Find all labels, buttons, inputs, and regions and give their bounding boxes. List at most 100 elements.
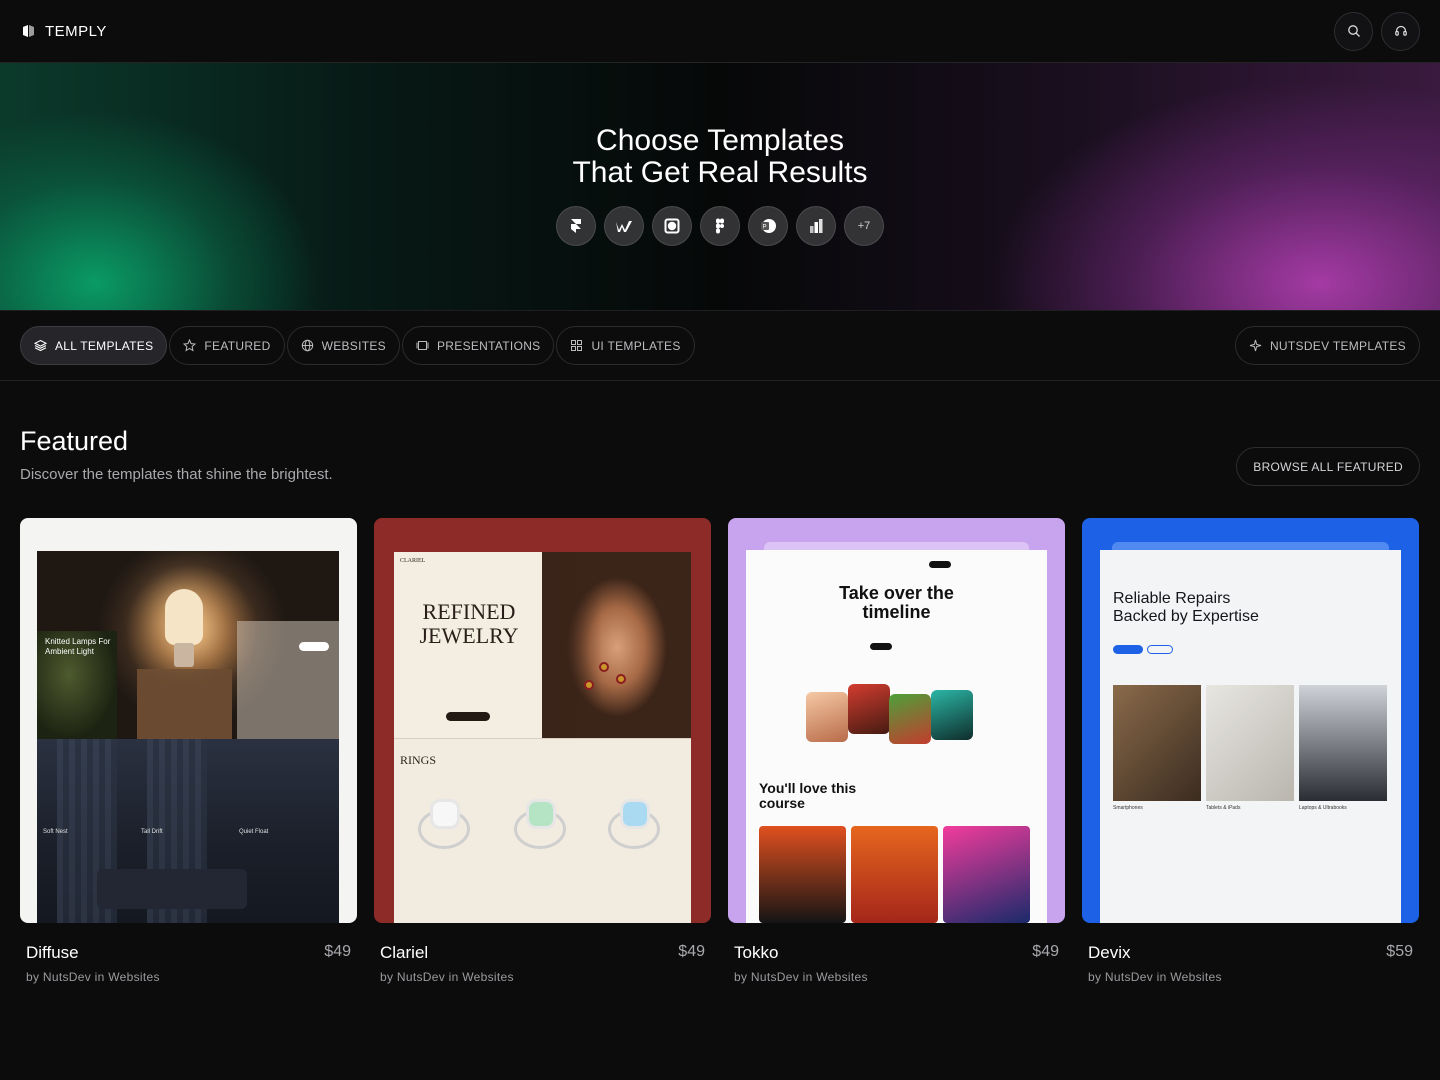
product-image: [1206, 685, 1294, 801]
gem-shape: [430, 799, 460, 829]
course-tile: [943, 826, 1030, 923]
preview-headline: Knitted Lamps For Ambient Light: [45, 637, 111, 656]
featured-subtitle: Discover the templates that shine the br…: [20, 466, 333, 483]
preview-headline: REFINED JEWELRY: [419, 599, 519, 648]
lamp-shape: [165, 589, 203, 645]
template-preview[interactable]: Knitted Lamps For Ambient Light Soft Nes…: [20, 518, 357, 923]
preview-course-title: You'll love this course: [759, 780, 857, 811]
card-meta: Diffuse $49 by NutsDev in Websites: [20, 923, 357, 984]
browse-all-featured-button[interactable]: BROWSE ALL FEATURED: [1236, 447, 1420, 486]
preview-section-title: RINGS: [400, 753, 437, 767]
hero-text-pane: CLARIEL REFINED JEWELRY: [394, 552, 542, 738]
bedroom-lamp-image: Knitted Lamps For Ambient Light: [37, 551, 339, 739]
card-title[interactable]: Diffuse: [26, 943, 79, 963]
headset-icon: [1394, 25, 1407, 36]
card-title[interactable]: Clariel: [380, 943, 428, 963]
sparkle-icon: [1249, 339, 1262, 352]
preview-outline-button: [1147, 645, 1173, 654]
temply-logo-icon: [23, 25, 34, 37]
course-tile: [759, 826, 846, 923]
gem-shape: [620, 799, 650, 829]
framer-square-tool[interactable]: [652, 206, 692, 246]
photo-tile: [848, 684, 890, 734]
brand-logo[interactable]: TEMPLY: [22, 23, 107, 40]
template-card-clariel[interactable]: CLARIEL REFINED JEWELRY RINGS Clariel $4…: [374, 518, 711, 984]
card-author[interactable]: by NutsDev in Websites: [380, 970, 514, 984]
preview-nav-button: [929, 561, 951, 568]
featured-title: Featured: [20, 426, 129, 456]
preview-screen: Take over the timeline You'll love this …: [746, 550, 1047, 923]
filter-label: UI TEMPLATES: [591, 338, 681, 353]
slides-icon: [416, 341, 429, 350]
hero-title: Choose Templates That Get Real Results: [0, 125, 1440, 189]
living-room-image: Soft Nest Tall Drift Quiet Float: [37, 739, 339, 923]
filter-ui-templates[interactable]: UI TEMPLATES: [556, 326, 695, 365]
sketch-square-icon: [664, 218, 680, 234]
ring-shape: [584, 680, 594, 690]
star-icon: [183, 339, 197, 352]
webflow-icon: [616, 221, 632, 232]
template-card-tokko[interactable]: Take over the timeline You'll love this …: [728, 518, 1065, 984]
card-price: $59: [1386, 943, 1413, 960]
preview-label: Quiet Float: [239, 829, 269, 835]
card-meta: Devix $59 by NutsDev in Websites: [1082, 923, 1419, 984]
card-title[interactable]: Tokko: [734, 943, 778, 963]
lamp-base-shape: [174, 643, 194, 667]
card-price: $49: [324, 943, 351, 960]
preview-headline: Reliable Repairs Backed by Expertise: [1113, 590, 1259, 625]
keynote-tool[interactable]: [796, 206, 836, 246]
support-button[interactable]: [1381, 11, 1420, 51]
filter-presentations[interactable]: PRESENTATIONS: [402, 326, 555, 365]
preview-screen: Knitted Lamps For Ambient Light Soft Nes…: [37, 551, 339, 923]
preview-screen: CLARIEL REFINED JEWELRY RINGS: [394, 552, 691, 923]
card-price: $49: [1032, 943, 1059, 960]
search-button[interactable]: [1334, 11, 1373, 51]
bed-shape: [237, 621, 339, 739]
template-preview[interactable]: Take over the timeline You'll love this …: [728, 518, 1065, 923]
filter-bar: ALL TEMPLATES FEATURED WEBSITES PRESENTA…: [0, 310, 1440, 381]
photo-tile: [889, 694, 931, 744]
filter-featured[interactable]: FEATURED: [169, 326, 285, 365]
nutsdev-templates-button[interactable]: NUTSDEV TEMPLATES: [1234, 326, 1420, 365]
gem-shape: [526, 799, 556, 829]
hero-title-line-2: That Get Real Results: [572, 156, 868, 189]
hero-title-line-1: Choose Templates: [596, 124, 844, 157]
preview-headline: Take over the timeline: [839, 583, 954, 622]
photo-tile: [931, 690, 973, 740]
card-meta: Clariel $49 by NutsDev in Websites: [374, 923, 711, 984]
card-title[interactable]: Devix: [1088, 943, 1131, 963]
preview-button: [870, 643, 892, 650]
hair-shape: [542, 552, 602, 738]
filter-all-templates[interactable]: ALL TEMPLATES: [20, 326, 168, 365]
preview-screen: Reliable Repairs Backed by Expertise Sma…: [1100, 550, 1401, 923]
framer-tool[interactable]: [556, 206, 596, 246]
webflow-tool[interactable]: [604, 206, 644, 246]
template-preview[interactable]: Reliable Repairs Backed by Expertise Sma…: [1082, 518, 1419, 923]
preview-logo: CLARIEL: [400, 558, 426, 564]
figma-icon: [716, 218, 724, 234]
template-card-devix[interactable]: Reliable Repairs Backed by Expertise Sma…: [1082, 518, 1419, 984]
filter-label: WEBSITES: [321, 338, 386, 353]
preview-label: Soft Nest: [43, 829, 68, 835]
powerpoint-tool[interactable]: P: [748, 206, 788, 246]
card-meta: Tokko $49 by NutsDev in Websites: [728, 923, 1065, 984]
more-tools-count: +7: [857, 220, 871, 232]
product-label: Smartphones: [1113, 805, 1143, 811]
preview-button: [1113, 645, 1143, 654]
template-preview[interactable]: CLARIEL REFINED JEWELRY RINGS: [374, 518, 711, 923]
filter-websites[interactable]: WEBSITES: [286, 326, 400, 365]
card-author[interactable]: by NutsDev in Websites: [1088, 970, 1222, 984]
tool-icons: P +7: [556, 206, 884, 246]
svg-text:P: P: [763, 225, 767, 231]
nutsdev-label: NUTSDEV TEMPLATES: [1269, 338, 1406, 353]
card-author[interactable]: by NutsDev in Websites: [26, 970, 160, 984]
product-image: [1113, 685, 1201, 801]
brand-name: TEMPLY: [45, 22, 107, 40]
template-card-diffuse[interactable]: Knitted Lamps For Ambient Light Soft Nes…: [20, 518, 357, 984]
more-tools-button[interactable]: +7: [844, 206, 884, 246]
card-author[interactable]: by NutsDev in Websites: [734, 970, 868, 984]
preview-button: [299, 642, 329, 651]
grid-icon: [571, 340, 583, 351]
figma-tool[interactable]: [700, 206, 740, 246]
ring-shape: [616, 674, 626, 684]
